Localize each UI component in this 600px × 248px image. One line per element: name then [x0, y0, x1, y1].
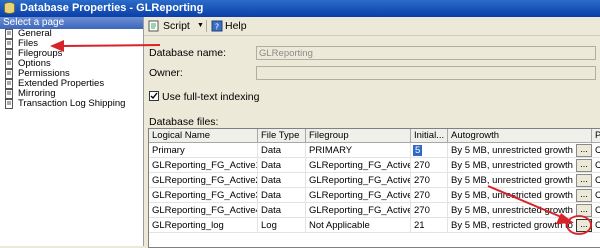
- cell-initial-size[interactable]: 21: [411, 218, 448, 233]
- cell-logical-name[interactable]: Primary: [149, 143, 258, 158]
- initial-size-selected: 5: [413, 145, 423, 156]
- page-icon: [5, 79, 13, 89]
- script-label: Script: [163, 20, 190, 32]
- cell-file-type: Data: [258, 188, 306, 203]
- autogrowth-text: By 5 MB, unrestricted growth: [451, 160, 573, 171]
- page-icon: [5, 69, 13, 79]
- autogrowth-ellipsis-button-log[interactable]: ...: [576, 219, 592, 232]
- page-icon: [5, 49, 13, 59]
- cell-autogrowth: By 5 MB, unrestricted growth: [448, 203, 592, 218]
- fulltext-checkbox[interactable]: [149, 91, 159, 101]
- page-icon: [5, 29, 13, 39]
- cell-path: C:: [592, 203, 600, 218]
- cell-file-type: Data: [258, 203, 306, 218]
- cell-autogrowth: By 5 MB, unrestricted growth: [448, 188, 592, 203]
- cell-autogrowth: By 5 MB, restricted growth to ...: [448, 218, 592, 233]
- cell-path: C:: [592, 143, 600, 158]
- cell-autogrowth: By 5 MB, unrestricted growth: [448, 173, 592, 188]
- fulltext-label: Use full-text indexing: [162, 91, 260, 103]
- page-icon: [5, 89, 13, 99]
- chevron-down-icon: ▼: [197, 22, 204, 29]
- database-name-field[interactable]: GLReporting: [256, 46, 596, 60]
- cell-file-type: Log: [258, 218, 306, 233]
- cell-logical-name[interactable]: GLReporting_log: [149, 218, 258, 233]
- autogrowth-ellipsis-button[interactable]: ...: [576, 159, 592, 172]
- cell-initial-size[interactable]: 5: [411, 143, 448, 158]
- cell-initial-size[interactable]: 270: [411, 203, 448, 218]
- cell-logical-name[interactable]: GLReporting_FG_Active3: [149, 188, 258, 203]
- autogrowth-ellipsis-button[interactable]: ...: [576, 144, 592, 157]
- cell-filegroup: GLReporting_FG_Active: [306, 158, 411, 173]
- toolbar: Script ▼ ? Help: [144, 17, 600, 36]
- autogrowth-ellipsis-button[interactable]: ...: [576, 174, 592, 187]
- database-files-grid: Logical Name File Type Filegroup Initial…: [148, 128, 600, 248]
- cell-filegroup: GLReporting_FG_Active: [306, 188, 411, 203]
- cell-path: C:: [592, 158, 600, 173]
- svg-text:?: ?: [215, 23, 219, 32]
- toolbar-separator: [206, 20, 207, 32]
- database-icon: [4, 2, 15, 14]
- column-header-logical-name[interactable]: Logical Name: [149, 129, 258, 143]
- page-item-transaction-log-shipping[interactable]: Transaction Log Shipping: [0, 99, 143, 109]
- cell-initial-size[interactable]: 270: [411, 158, 448, 173]
- autogrowth-text: By 5 MB, unrestricted growth: [451, 205, 573, 216]
- autogrowth-text: By 5 MB, unrestricted growth: [451, 145, 573, 156]
- autogrowth-ellipsis-button[interactable]: ...: [576, 189, 592, 202]
- owner-label: Owner:: [149, 67, 183, 79]
- cell-file-type: Data: [258, 173, 306, 188]
- cell-filegroup: GLReporting_FG_Active: [306, 173, 411, 188]
- help-label: Help: [225, 20, 247, 32]
- cell-file-type: Data: [258, 143, 306, 158]
- cell-autogrowth: By 5 MB, unrestricted growth: [448, 143, 592, 158]
- cell-autogrowth: By 5 MB, unrestricted growth: [448, 158, 592, 173]
- cell-initial-size[interactable]: 270: [411, 188, 448, 203]
- window-title: Database Properties - GLReporting: [20, 2, 204, 14]
- files-page: Script ▼ ? Help Database name: GLReporti…: [144, 17, 600, 248]
- window-title-bar: Database Properties - GLReporting: [0, 0, 600, 17]
- database-name-label: Database name:: [149, 47, 227, 59]
- page-label: Transaction Log Shipping: [18, 98, 126, 109]
- select-page-panel: Select a page General Files Filegroups O…: [0, 17, 144, 246]
- owner-field[interactable]: [256, 66, 596, 80]
- database-files-label: Database files:: [149, 116, 219, 128]
- cell-filegroup: Not Applicable: [306, 218, 411, 233]
- column-header-initial-size[interactable]: Initial...: [411, 129, 448, 143]
- cell-path: C:: [592, 218, 600, 233]
- cell-path: C:: [592, 173, 600, 188]
- column-header-path[interactable]: Pa: [592, 129, 600, 143]
- page-icon: [5, 99, 13, 109]
- cell-filegroup: PRIMARY: [306, 143, 411, 158]
- cell-logical-name[interactable]: GLReporting_FG_Active1: [149, 158, 258, 173]
- page-icon: [5, 59, 13, 69]
- autogrowth-text: By 5 MB, restricted growth to ...: [451, 220, 584, 231]
- checkmark-icon: [150, 92, 158, 100]
- cell-filegroup: GLReporting_FG_Active: [306, 203, 411, 218]
- column-header-autogrowth[interactable]: Autogrowth: [448, 129, 592, 143]
- cell-logical-name[interactable]: GLReporting_FG_Active4: [149, 203, 258, 218]
- autogrowth-text: By 5 MB, unrestricted growth: [451, 190, 573, 201]
- autogrowth-ellipsis-button[interactable]: ...: [576, 204, 592, 217]
- cell-logical-name[interactable]: GLReporting_FG_Active2: [149, 173, 258, 188]
- page-icon: [5, 39, 13, 49]
- help-icon: ?: [211, 20, 223, 32]
- column-header-file-type[interactable]: File Type: [258, 129, 306, 143]
- column-header-filegroup[interactable]: Filegroup: [306, 129, 411, 143]
- cell-file-type: Data: [258, 158, 306, 173]
- cell-initial-size[interactable]: 270: [411, 173, 448, 188]
- script-icon: [148, 20, 159, 32]
- autogrowth-text: By 5 MB, unrestricted growth: [451, 175, 573, 186]
- cell-path: C:: [592, 188, 600, 203]
